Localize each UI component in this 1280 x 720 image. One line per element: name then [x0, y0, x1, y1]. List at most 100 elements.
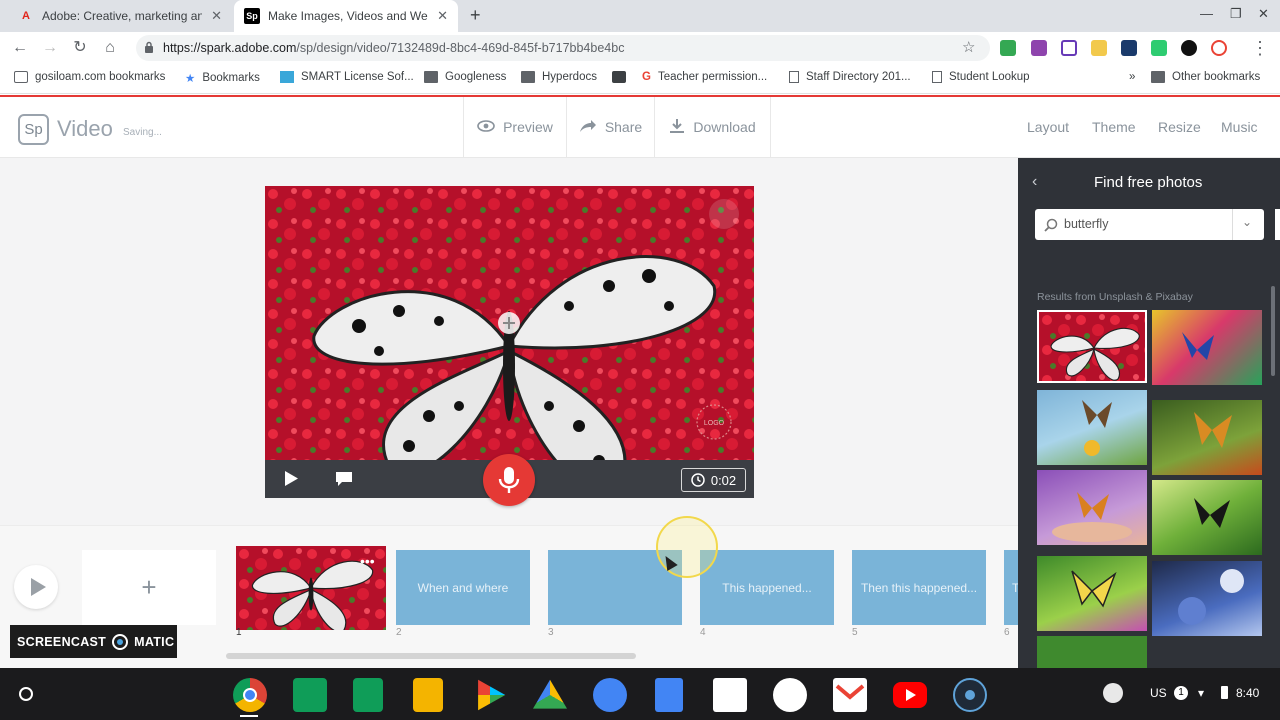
close-tab-icon[interactable]: ✕ [211, 8, 222, 24]
music-button[interactable]: Music [1221, 119, 1258, 135]
gmail-app-icon[interactable] [833, 678, 867, 712]
back-icon[interactable]: ← [9, 37, 31, 59]
bookmark-item[interactable]: Student Lookup [932, 71, 1030, 83]
drive-app-icon[interactable] [533, 679, 567, 709]
photo-result-6[interactable] [1152, 480, 1262, 555]
slide-thumbnail-6[interactable]: T [1004, 550, 1018, 625]
extension-icon[interactable] [1031, 40, 1047, 56]
bookmark-folder[interactable]: Hyperdocs [521, 71, 597, 83]
bookmark-item[interactable] [612, 71, 633, 83]
clock[interactable]: 8:40 [1236, 686, 1259, 700]
s-extension-icon[interactable] [1181, 40, 1197, 56]
play-icon[interactable] [283, 470, 299, 492]
preview-button[interactable]: Preview [463, 97, 566, 157]
more-options-icon[interactable]: ••• [360, 554, 375, 568]
screen-extension-icon[interactable] [1121, 40, 1137, 56]
layout-button[interactable]: Layout [1027, 119, 1069, 135]
files-app-icon[interactable] [593, 678, 627, 712]
star-icon[interactable]: ☆ [962, 38, 975, 56]
page-icon [932, 71, 942, 83]
new-tab-icon[interactable]: + [470, 5, 481, 26]
photo-result-3[interactable] [1037, 390, 1147, 465]
video-frame[interactable]: LOGO [265, 186, 754, 498]
download-button[interactable]: Download [654, 97, 771, 157]
search-value: butterfly [1064, 217, 1109, 231]
slide-thumbnail-5[interactable]: Then this happened... [852, 550, 986, 625]
screencast-app-icon[interactable] [953, 678, 987, 712]
photo-result-4[interactable] [1152, 400, 1262, 475]
bookmark-overflow[interactable]: » [1129, 71, 1135, 83]
tab-adobe[interactable]: A Adobe: Creative, marketing and ✕ [8, 0, 232, 32]
bookmark-item[interactable]: gosiloam.com bookmarks [14, 71, 165, 83]
chevron-down-icon[interactable]: ⌄ [1242, 215, 1252, 229]
mute-icon[interactable] [1103, 683, 1123, 703]
download-icon [669, 118, 685, 137]
caption-icon[interactable] [335, 471, 353, 492]
share-button[interactable]: Share [566, 97, 654, 157]
clock-icon [691, 473, 705, 487]
forward-icon[interactable]: → [39, 37, 61, 59]
address-bar[interactable]: https://spark.adobe.com/sp/design/video/… [136, 35, 990, 61]
panel-scrollbar[interactable] [1271, 286, 1275, 376]
ck12-app-icon[interactable] [713, 678, 747, 712]
chrome-canvas-app-icon[interactable] [773, 678, 807, 712]
menu-dots-icon[interactable]: ⋮ [1249, 37, 1271, 59]
play-store-app-icon[interactable] [478, 679, 506, 711]
sheets-app-icon[interactable] [353, 678, 383, 712]
bookmark-item[interactable]: Staff Directory 201... [789, 71, 911, 83]
bookmark-folder[interactable]: Googleness [424, 71, 506, 83]
close-window-icon[interactable]: ✕ [1258, 6, 1269, 22]
page-icon [789, 71, 799, 83]
bookmarks-bar: gosiloam.com bookmarks ★ Bookmarks SMART … [0, 64, 1280, 94]
classroom-extension-icon[interactable] [1000, 40, 1016, 56]
reload-icon[interactable]: ↻ [69, 37, 91, 59]
battery-icon [1221, 686, 1228, 699]
slides-app-icon[interactable] [413, 678, 443, 712]
home-icon[interactable]: ⌂ [99, 37, 121, 59]
input-method[interactable]: US [1150, 686, 1167, 700]
play-all-button[interactable] [14, 565, 58, 609]
docs-app-icon[interactable] [655, 678, 683, 712]
scissors-extension-icon[interactable] [1061, 40, 1077, 56]
photo-result-9[interactable] [1037, 636, 1147, 668]
chrome-app-icon[interactable] [233, 678, 267, 712]
classroom-app-icon[interactable] [293, 678, 327, 712]
add-slide-button[interactable]: + [82, 550, 216, 625]
restore-icon[interactable]: ❐ [1230, 6, 1242, 22]
photo-search-input[interactable]: butterfly ⌄ [1035, 209, 1264, 240]
notification-badge[interactable]: 1 [1174, 686, 1188, 700]
photo-result-8[interactable] [1152, 561, 1262, 636]
photo-result-1[interactable] [1037, 310, 1147, 383]
youtube-app-icon[interactable] [893, 682, 927, 708]
spark-logo[interactable]: Sp [18, 114, 49, 145]
launcher-icon[interactable] [19, 687, 33, 701]
slide-thumbnail-2[interactable]: When and where [396, 550, 530, 625]
slide-number: 5 [852, 627, 858, 638]
resize-button[interactable]: Resize [1158, 119, 1201, 135]
tab-title: Make Images, Videos and Web S [268, 9, 428, 23]
bookmark-item[interactable]: ★ Bookmarks [185, 71, 260, 85]
photo-result-2[interactable] [1152, 310, 1262, 385]
cast-extension-icon[interactable] [1151, 40, 1167, 56]
butterfly-in-hands-photo [1052, 492, 1132, 542]
slide-thumbnail-1[interactable]: ••• [236, 546, 386, 630]
photo-panel: ‹ Find free photos butterfly ⌄ Results f… [1018, 158, 1280, 668]
photo-result-7[interactable] [1037, 556, 1147, 631]
slide-thumbnail-4[interactable]: This happened... [700, 550, 834, 625]
record-voice-button[interactable] [483, 454, 535, 506]
back-chevron-icon[interactable]: ‹ [1032, 173, 1037, 191]
app-title: Video [57, 116, 113, 141]
bookmark-item[interactable]: SMART License Sof... [280, 71, 414, 83]
extension-icon[interactable] [1211, 40, 1227, 56]
bookmark-item[interactable]: G Teacher permission... [642, 71, 767, 83]
browser-toolbar: ← → ↻ ⌂ https://spark.adobe.com/sp/desig… [0, 32, 1280, 64]
close-tab-icon[interactable]: ✕ [437, 8, 448, 24]
timeline-scrollbar[interactable] [226, 653, 636, 659]
highlighter-extension-icon[interactable] [1091, 40, 1107, 56]
photo-result-5[interactable] [1037, 470, 1147, 545]
tab-spark[interactable]: Sp Make Images, Videos and Web S ✕ [234, 0, 458, 32]
theme-button[interactable]: Theme [1092, 119, 1136, 135]
duration-button[interactable]: 0:02 [681, 468, 746, 492]
minimize-icon[interactable]: — [1200, 6, 1213, 21]
bookmark-folder-other[interactable]: Other bookmarks [1151, 71, 1260, 83]
